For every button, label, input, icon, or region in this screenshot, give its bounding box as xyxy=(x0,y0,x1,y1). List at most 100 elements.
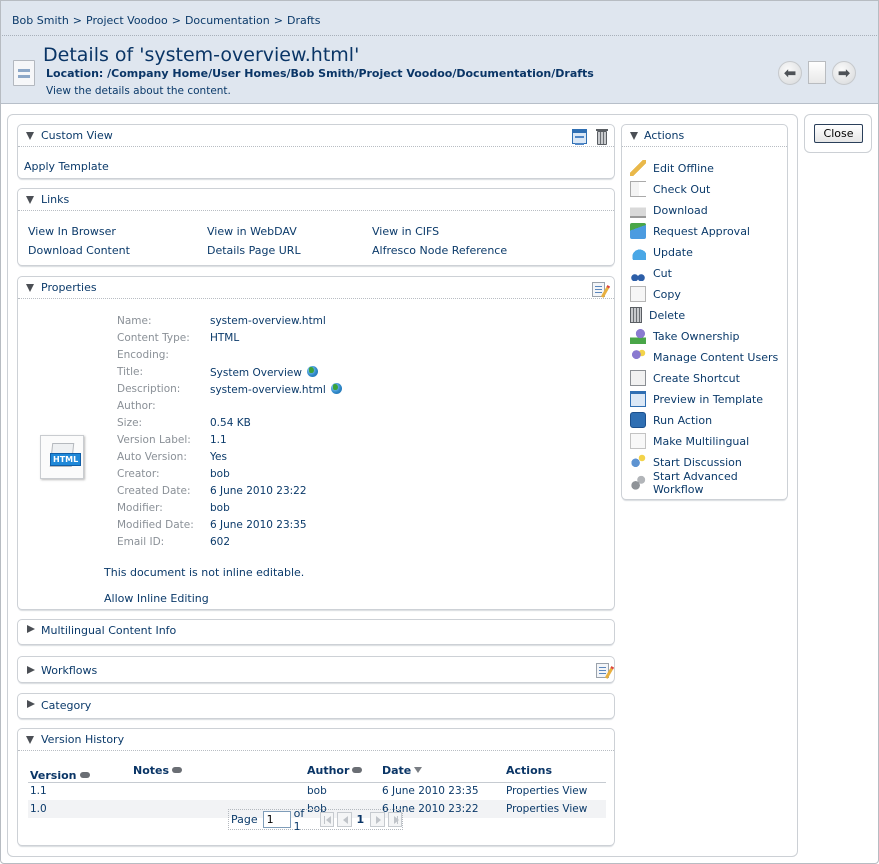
property-label: Content Type: xyxy=(117,332,190,344)
view-in-cifs-link[interactable]: View in CIFS xyxy=(372,225,439,238)
template-icon[interactable] xyxy=(572,129,587,145)
page-label: Page xyxy=(231,813,258,826)
actions-panel: Actions Edit Offline Check Out Download Req… xyxy=(621,124,788,500)
details-page-url-link[interactable]: Details Page URL xyxy=(207,244,301,257)
property-value-text: system-overview.html xyxy=(210,384,326,396)
table-row: 1.1 bob 6 June 2010 23:35 Properties Vie… xyxy=(28,782,606,800)
inline-edit-note: This document is not inline editable. xyxy=(104,566,305,579)
action-manage-content-users[interactable]: Manage Content Users xyxy=(630,348,778,366)
property-value: 6 June 2010 23:22 xyxy=(210,485,307,497)
panel-title[interactable]: Properties xyxy=(41,281,97,294)
allow-inline-editing-link[interactable]: Allow Inline Editing xyxy=(104,592,209,605)
panel-title[interactable]: Version History xyxy=(41,733,124,746)
column-label: Date xyxy=(382,764,412,777)
page-count: of 1 xyxy=(293,806,305,833)
sort-icon[interactable] xyxy=(352,767,363,773)
column-header-author[interactable]: Author xyxy=(305,762,380,783)
author-cell: bob xyxy=(307,785,327,798)
panel-title[interactable]: Links xyxy=(41,193,69,206)
multilingual-panel: Multilingual Content Info xyxy=(17,619,615,645)
next-arrow-icon[interactable]: ➡ xyxy=(832,61,856,85)
edit-workflow-icon[interactable] xyxy=(596,663,609,678)
expand-toggle-icon[interactable] xyxy=(27,625,35,633)
node-reference-link[interactable]: Alfresco Node Reference xyxy=(372,244,507,257)
action-create-shortcut[interactable]: Create Shortcut xyxy=(630,369,740,387)
breadcrumb-item[interactable]: Bob Smith xyxy=(12,14,69,27)
view-in-webdav-link[interactable]: View in WebDAV xyxy=(207,225,297,238)
property-label: Modifier: xyxy=(117,502,163,514)
panel-header: Category xyxy=(18,694,614,716)
column-header-date[interactable]: Date xyxy=(380,762,504,783)
globe-icon[interactable] xyxy=(330,383,342,394)
breadcrumb-separator: > xyxy=(72,14,83,27)
panel-title[interactable]: Custom View xyxy=(41,129,113,142)
document-icon[interactable] xyxy=(808,61,826,84)
page-number-input[interactable] xyxy=(262,811,291,828)
sort-descending-icon[interactable] xyxy=(414,767,423,773)
action-check-out[interactable]: Check Out xyxy=(630,180,710,198)
sort-icon[interactable] xyxy=(172,767,183,773)
property-value: 0.54 KB xyxy=(210,417,251,429)
sort-icon[interactable] xyxy=(79,771,90,778)
property-value-text: HTML xyxy=(210,332,240,344)
panel-title[interactable]: Workflows xyxy=(41,664,97,677)
collapse-toggle-icon[interactable] xyxy=(26,284,34,292)
trash-icon xyxy=(630,307,642,323)
download-content-link[interactable]: Download Content xyxy=(28,244,130,257)
action-label: Copy xyxy=(653,287,681,301)
breadcrumb-item[interactable]: Documentation xyxy=(185,14,270,27)
action-cut[interactable]: Cut xyxy=(630,264,672,282)
action-update[interactable]: Update xyxy=(630,243,693,261)
property-label: Created Date: xyxy=(117,485,191,497)
template-icon xyxy=(630,391,646,407)
action-delete[interactable]: Delete xyxy=(630,306,685,324)
expand-toggle-icon[interactable] xyxy=(27,666,35,674)
previous-page-button[interactable] xyxy=(337,812,352,827)
first-page-button[interactable] xyxy=(319,812,335,827)
panel-title[interactable]: Category xyxy=(41,699,91,712)
action-make-multilingual[interactable]: Make Multilingual xyxy=(630,432,749,450)
current-page[interactable]: 1 xyxy=(357,813,365,826)
column-header-version[interactable]: Version xyxy=(28,762,131,783)
collapse-toggle-icon[interactable] xyxy=(630,132,638,140)
collapse-toggle-icon[interactable] xyxy=(26,132,34,140)
action-start-discussion[interactable]: Start Discussion xyxy=(630,453,742,471)
close-button[interactable]: Close xyxy=(814,124,863,143)
column-header-notes[interactable]: Notes xyxy=(131,762,305,783)
trash-icon[interactable] xyxy=(596,129,608,145)
file-type-badge: HTML xyxy=(50,453,82,466)
property-label: Size: xyxy=(117,417,143,429)
properties-view-link[interactable]: Properties View xyxy=(504,800,606,818)
view-in-browser-link[interactable]: View In Browser xyxy=(28,225,116,238)
globe-icon[interactable] xyxy=(306,366,318,377)
last-page-button[interactable] xyxy=(387,812,402,827)
panel-title[interactable]: Actions xyxy=(644,129,684,142)
expand-toggle-icon[interactable] xyxy=(27,700,35,708)
header-divider xyxy=(2,35,877,36)
shortcut-icon xyxy=(630,370,646,386)
collapse-toggle-icon[interactable] xyxy=(26,196,34,204)
action-edit-offline[interactable]: Edit Offline xyxy=(630,159,714,177)
apply-template-link[interactable]: Apply Template xyxy=(24,160,109,173)
action-label: Preview in Template xyxy=(653,392,764,406)
column-label: Actions xyxy=(506,764,552,777)
action-copy[interactable]: Copy xyxy=(630,285,681,303)
action-preview-in-template[interactable]: Preview in Template xyxy=(630,390,763,408)
property-value-text: bob xyxy=(210,502,230,514)
properties-view-link[interactable]: Properties View xyxy=(504,782,606,800)
next-page-button[interactable] xyxy=(370,812,385,827)
panel-title[interactable]: Multilingual Content Info xyxy=(41,624,176,637)
breadcrumb-item[interactable]: Drafts xyxy=(287,14,320,27)
action-download[interactable]: Download xyxy=(630,201,708,219)
collapse-toggle-icon[interactable] xyxy=(26,736,34,744)
breadcrumb-item[interactable]: Project Voodoo xyxy=(86,14,168,27)
action-label: Check Out xyxy=(653,182,711,196)
action-take-ownership[interactable]: Take Ownership xyxy=(630,327,740,345)
edit-properties-icon[interactable] xyxy=(592,282,605,297)
action-start-advanced-workflow[interactable]: Start Advanced Workflow xyxy=(630,470,787,496)
action-request-approval[interactable]: Request Approval xyxy=(630,222,750,240)
run-action-icon xyxy=(630,412,646,428)
property-label: Modified Date: xyxy=(117,519,194,531)
action-run-action[interactable]: Run Action xyxy=(630,411,712,429)
previous-arrow-icon[interactable]: ⬅ xyxy=(778,61,802,85)
